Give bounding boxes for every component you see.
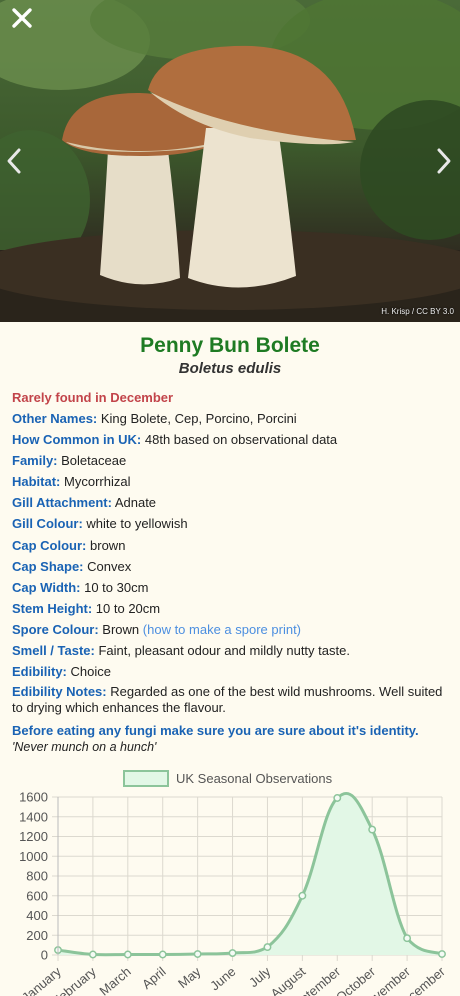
chevron-left-icon[interactable] xyxy=(4,146,24,176)
data-point xyxy=(333,794,342,802)
mushroom-latin-name: Boletus edulis xyxy=(178,360,282,377)
field-label: Gill Attachment: xyxy=(12,495,112,511)
field-value: 10 to 20cm xyxy=(95,600,161,616)
mushroom-name: Penny Bun Bolete xyxy=(140,334,320,357)
data-point xyxy=(298,891,307,900)
field-label: Cap Width: xyxy=(12,579,81,595)
field-stem-height: Stem Height: 10 to 20cm xyxy=(12,598,448,619)
field-value: Adnate xyxy=(114,495,157,511)
field-value: brown xyxy=(90,537,126,553)
field-value: Faint, pleasant odour and mildly nutty t… xyxy=(98,643,350,659)
field-label: Edibility Notes: xyxy=(12,684,107,700)
rarity-notice: Rarely found in December xyxy=(12,390,174,405)
mushroom-image xyxy=(0,0,460,322)
y-tick-label: 1600 xyxy=(19,790,48,805)
field-value: white to yellowish xyxy=(86,516,188,532)
field-label: Cap Colour: xyxy=(12,537,87,553)
data-point xyxy=(193,950,202,958)
field-habitat: Habitat: Mycorrhizal xyxy=(12,471,448,492)
x-tick-label: April xyxy=(139,964,169,992)
field-family: Family: Boletaceae xyxy=(12,450,448,471)
field-label: Family: xyxy=(12,453,58,469)
y-tick-label: 1200 xyxy=(19,829,48,844)
y-tick-label: 600 xyxy=(26,888,48,903)
spore-print-link[interactable]: (how to make a spore print) xyxy=(143,622,301,637)
field-value: Boletaceae xyxy=(61,453,127,469)
field-gill-colour: Gill Colour: white to yellowish xyxy=(12,513,448,534)
y-tick-label: 1000 xyxy=(19,849,48,864)
series-area xyxy=(58,793,442,955)
field-spore-colour: Spore Colour: Brown (how to make a spore… xyxy=(12,619,448,640)
field-cap-shape: Cap Shape: Convex xyxy=(12,556,448,577)
field-value: Mycorrhizal xyxy=(64,474,131,490)
field-label: Habitat: xyxy=(12,474,61,490)
field-label: Spore Colour: xyxy=(12,621,99,637)
data-point xyxy=(228,949,237,957)
data-point xyxy=(263,943,272,952)
field-smell-taste: Smell / Taste: Faint, pleasant odour and… xyxy=(12,640,448,661)
y-tick-label: 200 xyxy=(26,928,48,943)
field-label: How Common in UK: xyxy=(12,432,142,448)
data-point xyxy=(368,825,377,834)
seasonal-observations-chart: 02004006008001000120014001600JanuaryFebr… xyxy=(19,770,448,996)
field-label: Gill Colour: xyxy=(12,516,83,532)
data-point xyxy=(123,950,132,959)
field-edibility: Edibility: Choice xyxy=(12,661,448,682)
x-tick-label: March xyxy=(96,964,133,996)
data-point xyxy=(88,950,97,959)
field-edibility-notes: Edibility Notes: Regarded as one of the … xyxy=(12,682,448,719)
mushroom-photo: H. Krisp / CC BY 3.0 xyxy=(0,0,460,322)
field-label: Smell / Taste: xyxy=(12,643,95,659)
field-value: 10 to 30cm xyxy=(84,579,149,595)
field-value: King Bolete, Cep, Porcino, Porcini xyxy=(100,411,297,426)
y-tick-label: 1400 xyxy=(19,809,48,824)
field-value: Convex xyxy=(87,558,132,574)
field-cap-width: Cap Width: 10 to 30cm xyxy=(12,577,448,598)
data-point xyxy=(403,934,412,943)
y-tick-label: 400 xyxy=(26,908,48,923)
x-tick-label: May xyxy=(175,963,204,991)
field-value: Choice xyxy=(70,664,111,680)
safety-motto: 'Never munch on a hunch' xyxy=(12,740,157,755)
x-tick-label: June xyxy=(207,964,238,994)
field-label: Other Names: xyxy=(12,411,98,426)
y-tick-label: 0 xyxy=(41,948,48,963)
legend-swatch xyxy=(123,770,169,787)
field-other-names: Other Names: King Bolete, Cep, Porcino, … xyxy=(12,408,448,429)
close-icon[interactable] xyxy=(8,4,36,32)
data-point xyxy=(158,950,167,959)
mushroom-info: Penny Bun Bolete Boletus edulis Rarely f… xyxy=(0,333,460,755)
photo-credit: H. Krisp / CC BY 3.0 xyxy=(381,307,454,316)
y-tick-label: 800 xyxy=(26,869,48,884)
field-gill-attachment: Gill Attachment: Adnate xyxy=(12,492,448,513)
chevron-right-icon[interactable] xyxy=(434,146,454,176)
field-how-common: How Common in UK: 48th based on observat… xyxy=(12,429,448,450)
field-value: Brown xyxy=(102,621,140,637)
x-tick-label: July xyxy=(246,963,274,990)
data-point xyxy=(438,950,446,958)
field-cap-colour: Cap Colour: brown xyxy=(12,535,448,556)
legend-label: UK Seasonal Observations xyxy=(176,771,333,786)
field-label: Cap Shape: xyxy=(12,558,84,574)
safety-warning: Before eating any fungi make sure you ar… xyxy=(12,723,419,739)
field-label: Edibility: xyxy=(12,664,67,680)
field-value: 48th based on observational data xyxy=(144,432,338,448)
field-label: Stem Height: xyxy=(12,600,93,616)
